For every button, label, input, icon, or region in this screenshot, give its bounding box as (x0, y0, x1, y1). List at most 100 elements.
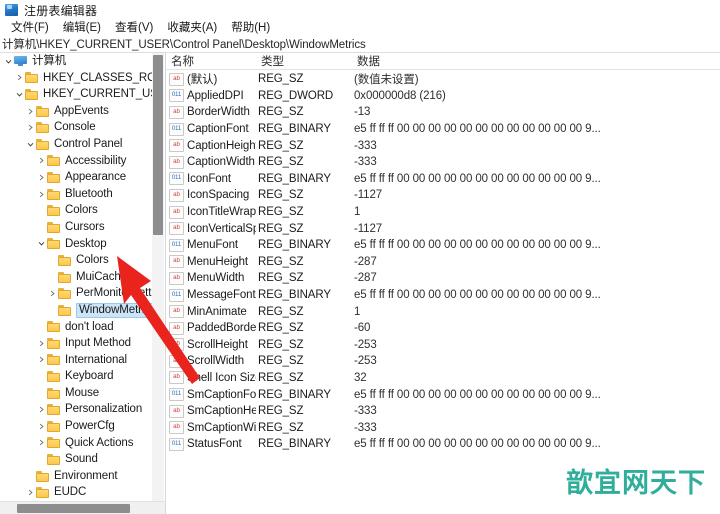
value-row[interactable]: ab (默认) REG_SZ (数值未设置) (166, 71, 720, 88)
chevron-right-icon[interactable] (47, 290, 58, 297)
value-row[interactable]: abSmCaptionWidthREG_SZ -333 (166, 419, 720, 436)
column-header-name[interactable]: 名称 (166, 53, 256, 69)
chevron-right-icon[interactable] (36, 406, 47, 413)
chevron-right-icon[interactable] (25, 108, 36, 115)
tree-item-muicached[interactable]: MuiCached (0, 269, 152, 286)
value-row[interactable]: 011 StatusFont REG_BINARY e5 ff ff ff 00 00… (166, 436, 720, 453)
folder-icon (47, 155, 61, 167)
chevron-down-icon[interactable] (14, 91, 25, 98)
value-row[interactable]: 011 MenuFont REG_BINARY e5 ff ff ff 00 00 0… (166, 237, 720, 254)
column-header-type[interactable]: 类型 (256, 53, 352, 69)
tree-item-eudc[interactable]: EUDC (0, 484, 152, 501)
registry-tree-pane: 计算机 HKEY_CLASSES_ROOT HKEY_CURRENT_USER App… (0, 53, 166, 514)
registry-editor-window: 注册表编辑器 文件(F) 编辑(E) 查看(V) 收藏夹(A) 帮助(H) 计算机\HK… (0, 0, 720, 514)
value-row[interactable]: ab MinAnimate REG_SZ 1 (166, 303, 720, 320)
folder-icon (47, 437, 61, 449)
tree-item-sound[interactable]: Sound (0, 451, 152, 468)
value-row[interactable]: 011 IconFont REG_BINARY e5 ff ff ff 00 00 0… (166, 171, 720, 188)
chevron-right-icon[interactable] (25, 124, 36, 131)
tree-item-label: Mouse (65, 386, 100, 399)
tree-item-console[interactable]: Console (0, 119, 152, 136)
chevron-right-icon[interactable] (36, 356, 47, 363)
value-name-cell: ab IconSpacing (166, 188, 256, 202)
value-row[interactable]: 011 MessageFont REG_BINARY e5 ff ff ff 00 0… (166, 287, 720, 304)
chevron-down-icon[interactable] (3, 58, 14, 65)
value-row[interactable]: abPaddedBorder...REG_SZ -60 (166, 320, 720, 337)
tree-item-permonitorsettings[interactable]: PerMonitorSettings (0, 285, 152, 302)
value-row[interactable]: ab BorderWidth REG_SZ -13 (166, 104, 720, 121)
value-name: CaptionFont (187, 123, 249, 136)
value-row[interactable]: ab IconTitleWrap REG_SZ 1 (166, 204, 720, 221)
value-row[interactable]: ab Shell Icon Size REG_SZ 32 (166, 370, 720, 387)
tree-item-environment[interactable]: Environment (0, 468, 152, 485)
tree-vertical-scrollbar[interactable] (152, 53, 164, 514)
address-bar[interactable]: 计算机\HKEY_CURRENT_USER\Control Panel\Desk… (0, 36, 720, 53)
chevron-down-icon[interactable] (36, 240, 47, 247)
chevron-right-icon[interactable] (36, 439, 47, 446)
tree-item-control-panel[interactable]: Control Panel (0, 136, 152, 153)
string-value-icon: ab (169, 205, 184, 219)
tree-item-keyboard[interactable]: Keyboard (0, 368, 152, 385)
string-value-icon: ab (169, 371, 184, 385)
value-row[interactable]: ab MenuHeight REG_SZ -287 (166, 254, 720, 271)
value-row[interactable]: ab ScrollHeight REG_SZ -253 (166, 337, 720, 354)
tree-item-colors[interactable]: Colors (0, 202, 152, 219)
chevron-right-icon[interactable] (14, 74, 25, 81)
tree-item-mouse[interactable]: Mouse (0, 385, 152, 402)
tree-item-personalization[interactable]: Personalization (0, 401, 152, 418)
tree-item-appearance[interactable]: Appearance (0, 169, 152, 186)
string-value-icon: ab (169, 404, 184, 418)
tree-item-appevents[interactable]: AppEvents (0, 103, 152, 120)
column-header-data[interactable]: 数据 (352, 53, 720, 69)
chevron-right-icon[interactable] (36, 174, 47, 181)
string-value-icon: ab (169, 421, 184, 435)
tree-item-accessibility[interactable]: Accessibility (0, 153, 152, 170)
value-row[interactable]: ab MenuWidth REG_SZ -287 (166, 270, 720, 287)
tree-item-input-method[interactable]: Input Method (0, 335, 152, 352)
value-data-cell: 32 (354, 371, 367, 384)
tree-item-cursors[interactable]: Cursors (0, 219, 152, 236)
folder-icon (47, 321, 61, 333)
value-row[interactable]: 011SmCaptionFontREG_BINARY e5 ff ff ff 00… (166, 386, 720, 403)
value-row[interactable]: ab CaptionWidth REG_SZ -333 (166, 154, 720, 171)
value-row[interactable]: 011 CaptionFont REG_BINARY e5 ff ff ff 00 0… (166, 121, 720, 138)
tree-item-international[interactable]: International (0, 352, 152, 369)
tree-item-powercfg[interactable]: PowerCfg (0, 418, 152, 435)
value-data-cell: 1 (354, 305, 361, 318)
tree-item-hkey-current-user[interactable]: HKEY_CURRENT_USER (0, 86, 152, 103)
string-value-icon: ab (169, 255, 184, 269)
value-row[interactable]: ab IconSpacing REG_SZ -1127 (166, 187, 720, 204)
registry-tree[interactable]: 计算机 HKEY_CLASSES_ROOT HKEY_CURRENT_USER App… (0, 53, 152, 514)
menu-item-4[interactable]: 收藏夹(A) (160, 20, 224, 36)
value-name: PaddedBorder... (187, 322, 256, 335)
chevron-right-icon[interactable] (36, 191, 47, 198)
tree-item-quick-actions[interactable]: Quick Actions (0, 435, 152, 452)
value-row[interactable]: ab CaptionHeight REG_SZ -333 (166, 137, 720, 154)
chevron-down-icon[interactable] (25, 141, 36, 148)
folder-icon (25, 88, 39, 100)
menu-item-5[interactable]: 帮助(H) (224, 20, 277, 36)
value-name: BorderWidth (187, 106, 250, 119)
tree-item-hkey-classes-root[interactable]: HKEY_CLASSES_ROOT (0, 70, 152, 87)
chevron-right-icon[interactable] (36, 423, 47, 430)
tree-item-colors[interactable]: Colors (0, 252, 152, 269)
chevron-right-icon[interactable] (25, 489, 36, 496)
tree-horizontal-scrollbar[interactable] (0, 501, 165, 514)
chevron-right-icon[interactable] (36, 340, 47, 347)
value-row[interactable]: abIconVerticalSpa...REG_SZ -1127 (166, 220, 720, 237)
value-name-cell: 011 MessageFont (166, 288, 256, 302)
menu-item-1[interactable]: 文件(F) (4, 20, 56, 36)
chevron-right-icon[interactable] (36, 157, 47, 164)
menu-item-2[interactable]: 编辑(E) (56, 20, 108, 36)
tree-scroll-thumb[interactable] (153, 55, 163, 235)
tree-item-don-t-load[interactable]: don't load (0, 319, 152, 336)
tree-hscroll-thumb[interactable] (17, 504, 130, 513)
tree-item-bluetooth[interactable]: Bluetooth (0, 186, 152, 203)
tree-item-[interactable]: 计算机 (0, 53, 152, 70)
value-row[interactable]: ab ScrollWidth REG_SZ -253 (166, 353, 720, 370)
menu-item-3[interactable]: 查看(V) (108, 20, 160, 36)
value-row[interactable]: 011 AppliedDPI REG_DWORD 0x000000d8 (216) (166, 88, 720, 105)
value-row[interactable]: abSmCaptionHeig...REG_SZ -333 (166, 403, 720, 420)
tree-item-windowmetrics[interactable]: WindowMetrics (0, 302, 152, 319)
tree-item-desktop[interactable]: Desktop (0, 236, 152, 253)
